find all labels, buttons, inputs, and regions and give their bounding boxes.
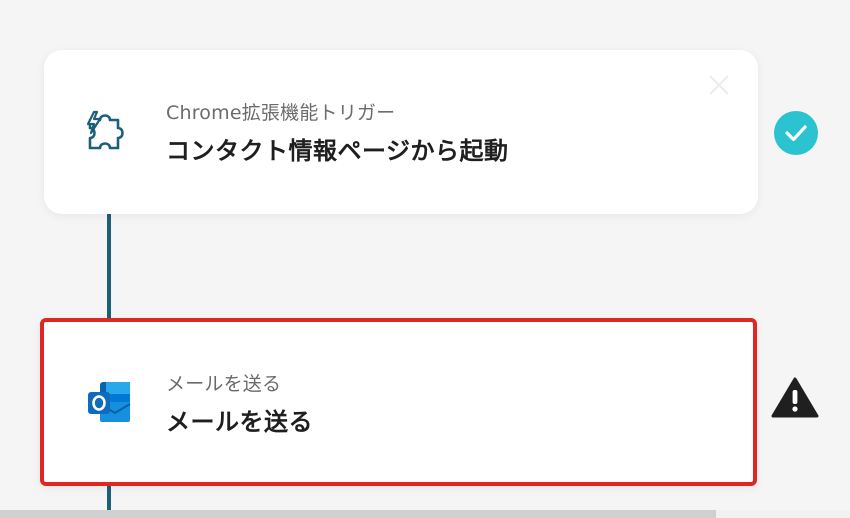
action-step-card[interactable]: メールを送る メールを送る — [40, 318, 757, 486]
outlook-icon — [84, 376, 136, 428]
step-title: メールを送る — [166, 408, 313, 436]
step-title: コンタクト情報ページから起動 — [166, 137, 509, 165]
close-icon[interactable] — [708, 74, 730, 96]
step-subtitle: Chrome拡張機能トリガー — [166, 102, 396, 124]
trigger-step-card[interactable]: Chrome拡張機能トリガー コンタクト情報ページから起動 — [44, 50, 758, 214]
step-subtitle: メールを送る — [166, 373, 282, 395]
flow-connector — [107, 214, 111, 322]
warning-icon — [771, 376, 819, 418]
puzzle-lightning-icon — [80, 106, 136, 162]
flow-canvas: Chrome拡張機能トリガー コンタクト情報ページから起動 メールを送る メール… — [0, 0, 850, 518]
flow-connector — [107, 486, 111, 512]
horizontal-scrollbar-thumb[interactable] — [0, 510, 716, 518]
horizontal-scrollbar-track[interactable] — [716, 510, 850, 518]
check-icon — [774, 111, 818, 155]
